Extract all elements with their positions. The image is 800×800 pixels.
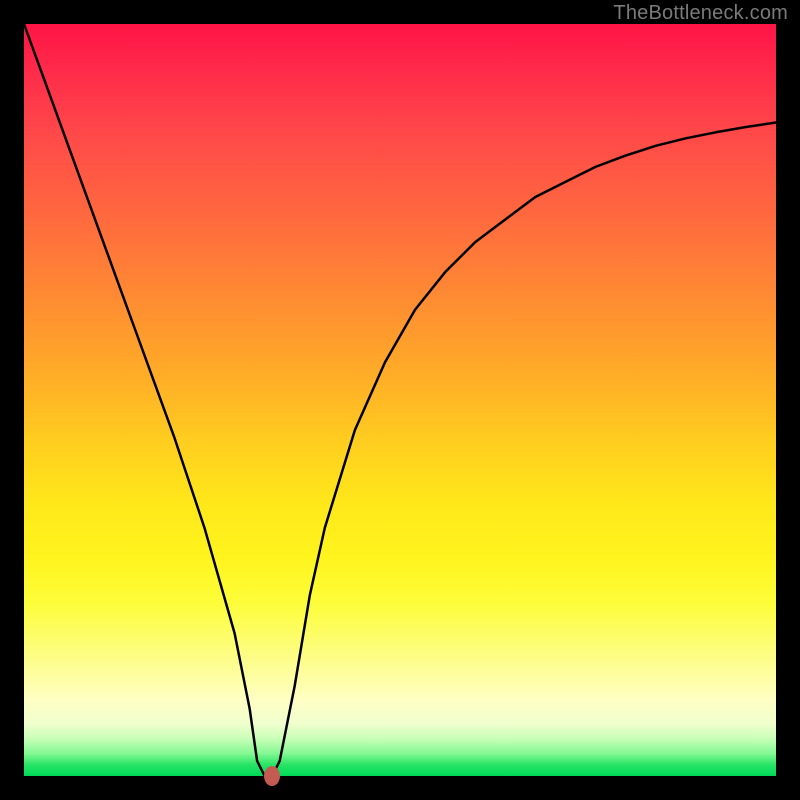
- bottleneck-curve: [24, 24, 776, 776]
- attribution-label: TheBottleneck.com: [613, 2, 788, 25]
- chart-frame: TheBottleneck.com: [0, 0, 800, 800]
- optimal-point-marker: [264, 766, 280, 786]
- plot-area: [24, 24, 776, 776]
